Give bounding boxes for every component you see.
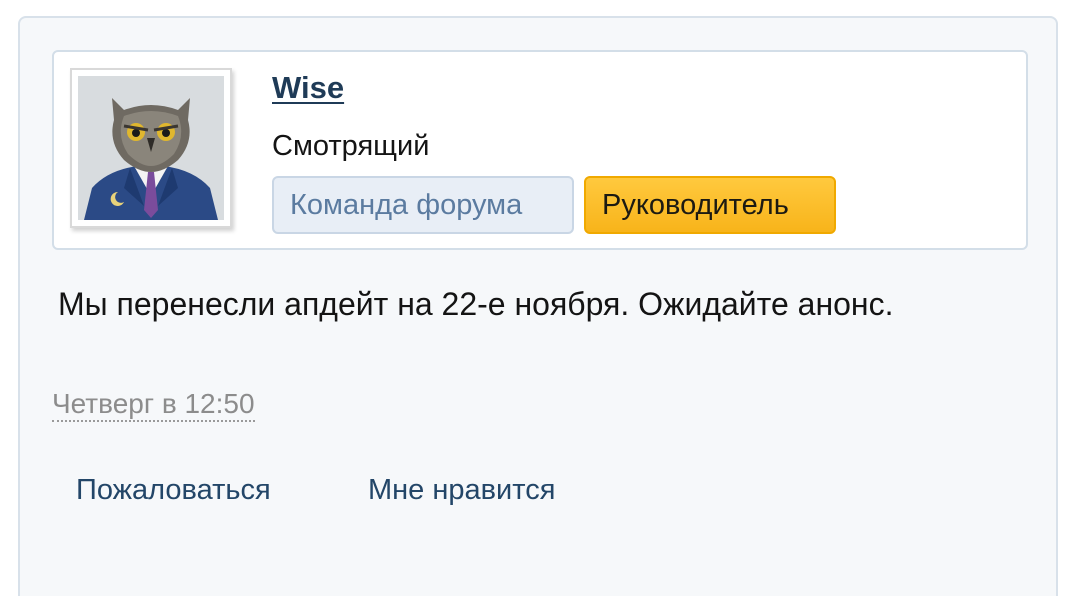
banner-forum-team: Команда форума	[272, 176, 574, 234]
forum-post: Wise Смотрящий Команда форума Руководите…	[18, 16, 1058, 596]
owl-avatar-icon	[78, 76, 224, 220]
user-info-card: Wise Смотрящий Команда форума Руководите…	[52, 50, 1028, 250]
report-button[interactable]: Пожаловаться	[76, 474, 271, 507]
banner-leader: Руководитель	[584, 176, 836, 234]
user-title: Смотрящий	[272, 130, 430, 162]
username-link[interactable]: Wise	[272, 70, 344, 106]
post-date-link[interactable]: Четверг в 12:50	[52, 388, 255, 422]
post-message: Мы перенесли апдейт на 22-е ноября. Ожид…	[58, 286, 894, 322]
like-button[interactable]: Мне нравится	[368, 474, 555, 507]
avatar[interactable]	[70, 68, 232, 228]
